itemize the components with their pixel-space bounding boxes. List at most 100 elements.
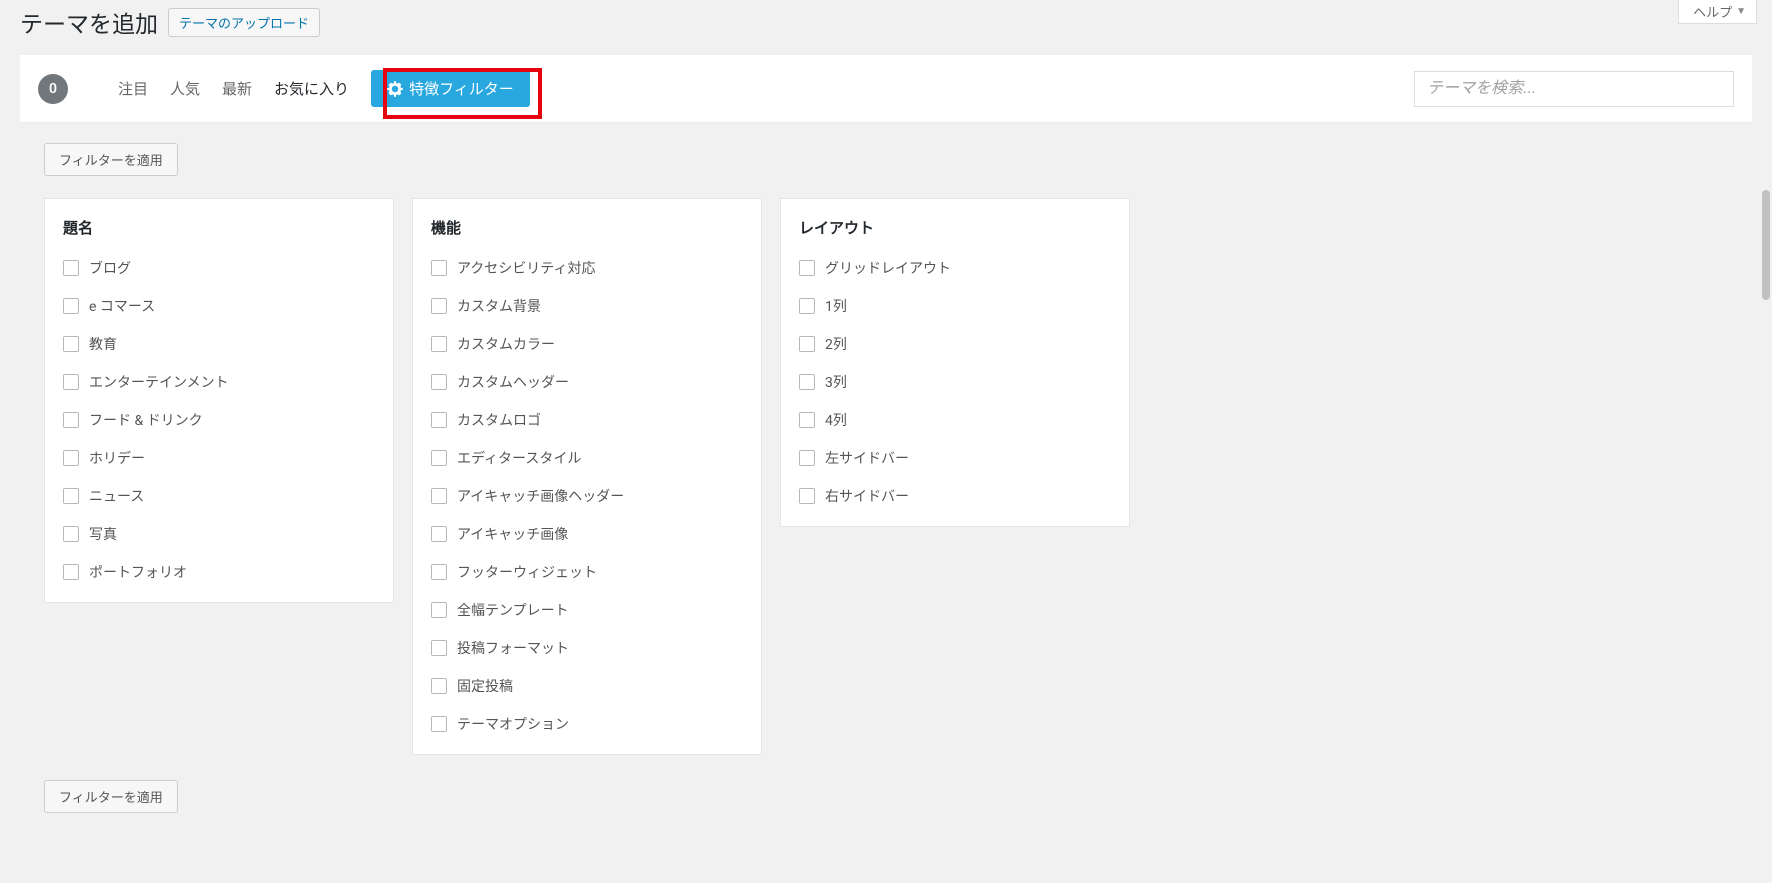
filter-checkbox-row[interactable]: 3列: [799, 372, 1111, 392]
checkbox-label: フッターウィジェット: [457, 562, 597, 582]
filter-checkbox-row[interactable]: フード & ドリンク: [63, 410, 375, 430]
checkbox[interactable]: [431, 526, 447, 542]
filter-checkbox-row[interactable]: 1列: [799, 296, 1111, 316]
filter-checkbox-row[interactable]: 教育: [63, 334, 375, 354]
checkbox-label: カスタム背景: [457, 296, 541, 316]
checkbox-label: グリッドレイアウト: [825, 258, 951, 278]
filter-checkbox-row[interactable]: フッターウィジェット: [431, 562, 743, 582]
checkbox[interactable]: [431, 488, 447, 504]
content-area: フィルターを適用 題名 ブログ e コマース教育エンターテインメントフード & ド…: [0, 123, 1772, 823]
checkbox-label: フード & ドリンク: [89, 410, 203, 430]
checkbox-label: 固定投稿: [457, 676, 513, 696]
filter-checkbox-row[interactable]: エディタースタイル: [431, 448, 743, 468]
checkbox[interactable]: [63, 564, 79, 580]
checkbox[interactable]: [799, 374, 815, 390]
checkbox[interactable]: [431, 260, 447, 276]
checkbox[interactable]: [63, 450, 79, 466]
filter-checkbox-row[interactable]: 全幅テンプレート: [431, 600, 743, 620]
filter-box-layout: レイアウト グリッドレイアウト1列2列3列4列左サイドバー右サイドバー: [780, 198, 1130, 527]
filter-checkbox-row[interactable]: ホリデー: [63, 448, 375, 468]
checkbox[interactable]: [799, 412, 815, 428]
checkbox[interactable]: [799, 450, 815, 466]
checkbox-label: アイキャッチ画像: [457, 524, 568, 544]
checkbox[interactable]: [431, 336, 447, 352]
tab-popular[interactable]: 人気: [170, 78, 200, 99]
help-label: ヘルプ: [1693, 2, 1732, 21]
checkbox[interactable]: [799, 336, 815, 352]
filter-checkbox-row[interactable]: カスタムロゴ: [431, 410, 743, 430]
filter-box-subject: 題名 ブログ e コマース教育エンターテインメントフード & ドリンクホリデーニュ…: [44, 198, 394, 603]
checkbox[interactable]: [799, 298, 815, 314]
filter-columns: 題名 ブログ e コマース教育エンターテインメントフード & ドリンクホリデーニュ…: [44, 198, 1752, 755]
tab-links: 注目 人気 最新 お気に入り: [118, 78, 349, 99]
upload-theme-button[interactable]: テーマのアップロード: [168, 8, 320, 37]
checkbox[interactable]: [431, 564, 447, 580]
filter-toolbar: 0 注目 人気 最新 お気に入り 特徴フィルター: [20, 54, 1752, 123]
filter-checkbox-row[interactable]: カスタム背景: [431, 296, 743, 316]
gear-icon: [387, 81, 403, 97]
checkbox[interactable]: [431, 412, 447, 428]
filter-checkbox-row[interactable]: アクセシビリティ対応: [431, 258, 743, 278]
filter-checkbox-row[interactable]: ニュース: [63, 486, 375, 506]
apply-filter-button-bottom[interactable]: フィルターを適用: [44, 780, 178, 813]
filter-checkbox-row[interactable]: 左サイドバー: [799, 448, 1111, 468]
filter-checkbox-row[interactable]: 4列: [799, 410, 1111, 430]
filter-box-features: 機能 アクセシビリティ対応カスタム背景カスタムカラーカスタムヘッダーカスタムロゴ…: [412, 198, 762, 755]
filter-checkbox-row[interactable]: ブログ: [63, 258, 375, 278]
checkbox-label: 全幅テンプレート: [457, 600, 569, 620]
apply-filter-button-top[interactable]: フィルターを適用: [44, 143, 178, 176]
filter-checkbox-row[interactable]: 投稿フォーマット: [431, 638, 743, 658]
checkbox-label: ポートフォリオ: [89, 562, 187, 582]
tab-favorites[interactable]: お気に入り: [274, 78, 349, 99]
checkbox[interactable]: [63, 260, 79, 276]
checkbox[interactable]: [431, 298, 447, 314]
filter-checkbox-row[interactable]: e コマース: [63, 296, 375, 316]
tab-latest[interactable]: 最新: [222, 78, 252, 99]
filter-checkbox-row[interactable]: カスタムカラー: [431, 334, 743, 354]
theme-search-input[interactable]: [1414, 71, 1734, 107]
checkbox-label: 3列: [825, 372, 847, 392]
checkbox-label: 写真: [89, 524, 117, 544]
checkbox[interactable]: [431, 640, 447, 656]
page-title: テーマを追加: [20, 5, 158, 39]
checkbox-label: 右サイドバー: [825, 486, 909, 506]
filter-checkbox-row[interactable]: ポートフォリオ: [63, 562, 375, 582]
feature-filter-button[interactable]: 特徴フィルター: [371, 70, 530, 107]
page-header: テーマを追加 テーマのアップロード: [0, 0, 1772, 54]
filter-checkbox-row[interactable]: テーマオプション: [431, 714, 743, 734]
checkbox-label: e コマース: [89, 296, 155, 316]
checkbox[interactable]: [63, 526, 79, 542]
filter-checkbox-row[interactable]: グリッドレイアウト: [799, 258, 1111, 278]
checkbox[interactable]: [431, 602, 447, 618]
filter-checkbox-row[interactable]: 2列: [799, 334, 1111, 354]
checkbox-label: アイキャッチ画像ヘッダー: [457, 486, 624, 506]
checkbox[interactable]: [431, 678, 447, 694]
checkbox[interactable]: [63, 488, 79, 504]
checkbox[interactable]: [431, 374, 447, 390]
scrollbar-thumb[interactable]: [1762, 190, 1770, 300]
checkbox[interactable]: [63, 412, 79, 428]
checkbox[interactable]: [431, 716, 447, 732]
help-dropdown[interactable]: ヘルプ ▼: [1678, 0, 1757, 24]
checkbox[interactable]: [63, 298, 79, 314]
filter-checkbox-row[interactable]: 写真: [63, 524, 375, 544]
checkbox-label: 教育: [89, 334, 117, 354]
filter-heading-subject: 題名: [63, 217, 375, 238]
checkbox-label: 4列: [825, 410, 847, 430]
filter-checkbox-row[interactable]: アイキャッチ画像ヘッダー: [431, 486, 743, 506]
checkbox[interactable]: [799, 488, 815, 504]
filter-checkbox-row[interactable]: アイキャッチ画像: [431, 524, 743, 544]
filter-checkbox-row[interactable]: カスタムヘッダー: [431, 372, 743, 392]
checkbox[interactable]: [63, 374, 79, 390]
checkbox[interactable]: [431, 450, 447, 466]
checkbox[interactable]: [63, 336, 79, 352]
filter-checkbox-row[interactable]: 固定投稿: [431, 676, 743, 696]
filter-checkbox-row[interactable]: エンターテインメント: [63, 372, 375, 392]
feature-filter-label: 特徴フィルター: [409, 78, 514, 99]
checkbox-label: エンターテインメント: [89, 372, 229, 392]
filter-checkbox-row[interactable]: 右サイドバー: [799, 486, 1111, 506]
checkbox-label: カスタムカラー: [457, 334, 555, 354]
checkbox[interactable]: [799, 260, 815, 276]
tab-featured[interactable]: 注目: [118, 78, 148, 99]
checkbox-label: ブログ: [89, 258, 131, 278]
